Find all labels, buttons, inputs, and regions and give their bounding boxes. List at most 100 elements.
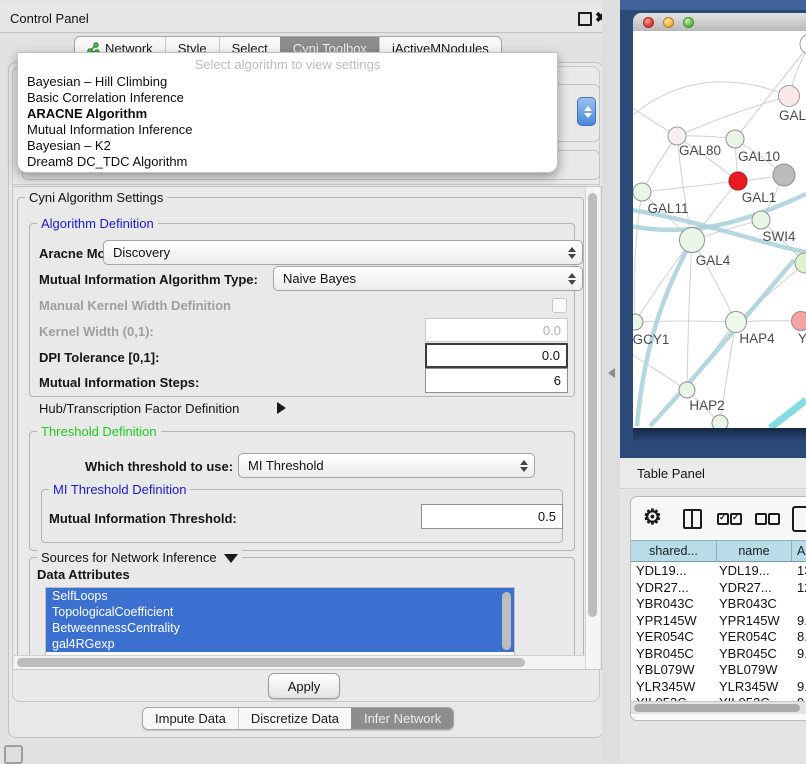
algorithm-option[interactable]: Bayesian – K2 (18, 138, 557, 154)
table-row[interactable]: YDL19...YDL19...13 (631, 563, 806, 580)
table-cell: YLR345W (719, 679, 778, 694)
network-edge[interactable] (642, 136, 677, 192)
manual-kernel-checkbox[interactable] (552, 298, 567, 313)
network-node[interactable] (779, 86, 800, 107)
sources-title[interactable]: Sources for Network Inference (37, 550, 242, 565)
tab-infer-network[interactable]: Infer Network (351, 708, 453, 729)
table-hscrollbar-thumb[interactable] (634, 704, 800, 712)
network-node[interactable] (726, 130, 744, 148)
data-attribute-option[interactable]: gal4RGexp (46, 636, 514, 652)
network-node[interactable] (792, 312, 806, 331)
gear-icon[interactable]: ⚙ (643, 505, 662, 530)
network-node[interactable] (633, 183, 651, 201)
deselect-checkbox-icon-2[interactable] (768, 513, 780, 525)
mi-type-combobox[interactable]: Naive Bayes (273, 266, 583, 291)
mi-threshold-field[interactable]: 0.5 (421, 504, 563, 529)
column-header-shared-name[interactable]: shared... (631, 540, 717, 562)
float-window-icon[interactable] (578, 12, 592, 26)
algorithm-option[interactable]: Basic Correlation Inference (18, 90, 557, 106)
data-attribute-option[interactable]: SelfLoops (46, 588, 514, 604)
network-edge[interactable] (642, 181, 738, 192)
algorithm-option[interactable]: Mutual Information Inference (18, 122, 557, 138)
settings-hscrollbar-thumb[interactable] (17, 658, 525, 667)
network-edge[interactable] (770, 400, 806, 428)
network-node-label: GCY1 (633, 332, 669, 347)
algorithm-option[interactable]: Dream8 DC_TDC Algorithm (18, 154, 557, 170)
network-edge[interactable] (687, 240, 692, 390)
table-row[interactable]: YLR345WYLR345W9. (631, 679, 806, 696)
table-row[interactable]: YBR043CYBR043C (631, 596, 806, 613)
table-hscrollbar-track[interactable] (631, 701, 806, 714)
network-node-label: GAL80 (679, 143, 721, 158)
mi-steps-field[interactable]: 6 (425, 368, 568, 393)
control-panel-window: Control Panel ✖ Network Style Select Cyn… (0, 0, 612, 762)
panel-divider-gutter[interactable] (602, 0, 620, 762)
network-node[interactable] (773, 164, 795, 186)
data-attribute-option[interactable]: TopologicalCoefficient (46, 604, 514, 620)
network-edge[interactable] (635, 321, 736, 322)
apply-button[interactable]: Apply (268, 673, 340, 699)
collapse-arrow-icon[interactable] (224, 554, 238, 563)
table-row[interactable]: YER054CYER054C8. (631, 629, 806, 646)
import-table-icon[interactable] (792, 506, 806, 532)
table-cell: 9. (797, 646, 806, 661)
network-node[interactable] (800, 34, 806, 54)
network-node[interactable] (752, 211, 770, 229)
list-scrollbar-thumb[interactable] (502, 592, 511, 650)
table-cell: YBR045C (636, 646, 694, 661)
tab-discretize-data[interactable]: Discretize Data (238, 708, 351, 729)
network-node[interactable] (726, 312, 747, 333)
table-row[interactable]: YBR045CYBR045C9. (631, 646, 806, 663)
close-traffic-light-icon[interactable] (643, 17, 654, 28)
column-header-partial[interactable]: A (792, 540, 806, 562)
network-node[interactable] (679, 382, 695, 398)
tab-impute-data[interactable]: Impute Data (143, 708, 238, 729)
cyni-algorithm-settings-title: Cyni Algorithm Settings (25, 190, 167, 205)
resize-handle-icon[interactable] (608, 368, 615, 378)
network-edge[interactable] (633, 82, 789, 115)
zoom-traffic-light-icon[interactable] (683, 17, 694, 28)
table-cell: 12 (797, 580, 806, 595)
kernel-width-field[interactable]: 0.0 (425, 318, 568, 342)
network-node-label: HAP2 (689, 398, 724, 413)
select-all-checkbox-icon-2[interactable]: ✓ (730, 513, 742, 525)
network-node[interactable] (680, 228, 705, 253)
network-canvas[interactable]: GALGAL80GAL10GAL1GAL11SWI4GAL4GCY1HAP4YH… (633, 31, 806, 428)
dpi-tolerance-label: DPI Tolerance [0,1]: (39, 350, 159, 365)
table-row[interactable]: YPR145WYPR145W9. (631, 613, 806, 630)
minimize-traffic-light-icon[interactable] (663, 17, 674, 28)
data-attributes-listbox[interactable]: SelfLoopsTopologicalCoefficientBetweenne… (45, 587, 515, 659)
column-header-name-label: name (738, 544, 769, 558)
network-window-shadow (633, 428, 806, 442)
table-panel-titlebar: Table Panel (620, 458, 806, 489)
table-row[interactable]: YDR27...YDR27...12 (631, 580, 806, 597)
data-attribute-option[interactable]: BetweennessCentrality (46, 620, 514, 636)
network-node-label: GAL10 (738, 149, 780, 164)
network-window-titlebar[interactable] (633, 13, 806, 32)
table-row[interactable]: YBL079WYBL079W (631, 662, 806, 679)
column-header-name[interactable]: name (717, 540, 792, 562)
deselect-checkbox-icon[interactable] (755, 513, 767, 525)
settings-vscrollbar-thumb[interactable] (588, 193, 597, 617)
algorithm-option[interactable]: ARACNE Algorithm (18, 106, 557, 122)
dpi-tolerance-field[interactable]: 0.0 (425, 343, 568, 368)
algorithm-combobox-stepper[interactable] (577, 97, 596, 126)
settings-vscrollbar-track[interactable] (585, 187, 600, 669)
which-threshold-combobox[interactable]: MI Threshold (238, 453, 535, 478)
minimized-panel-icon[interactable] (4, 745, 23, 764)
settings-hscrollbar-track[interactable] (14, 655, 598, 669)
hub-expand-arrow-icon[interactable] (277, 402, 286, 414)
algorithm-option[interactable]: Bayesian – Hill Climbing (18, 74, 557, 90)
table-cell: YDR27... (719, 580, 772, 595)
network-node[interactable] (712, 415, 728, 428)
network-node[interactable] (729, 172, 747, 190)
mi-type-label: Mutual Information Algorithm Type: (39, 272, 258, 287)
table-cell: YLR345W (636, 679, 695, 694)
hub-definition-label[interactable]: Hub/Transcription Factor Definition (39, 401, 239, 416)
column-header-shared-name-label: shared... (649, 544, 698, 558)
network-node[interactable] (633, 314, 643, 330)
select-all-checkbox-icon[interactable]: ✓ (717, 513, 729, 525)
aracne-mode-combobox[interactable]: Discovery (103, 240, 583, 265)
dpi-tolerance-value: 0.0 (542, 348, 560, 363)
column-view-icon[interactable] (683, 509, 702, 529)
